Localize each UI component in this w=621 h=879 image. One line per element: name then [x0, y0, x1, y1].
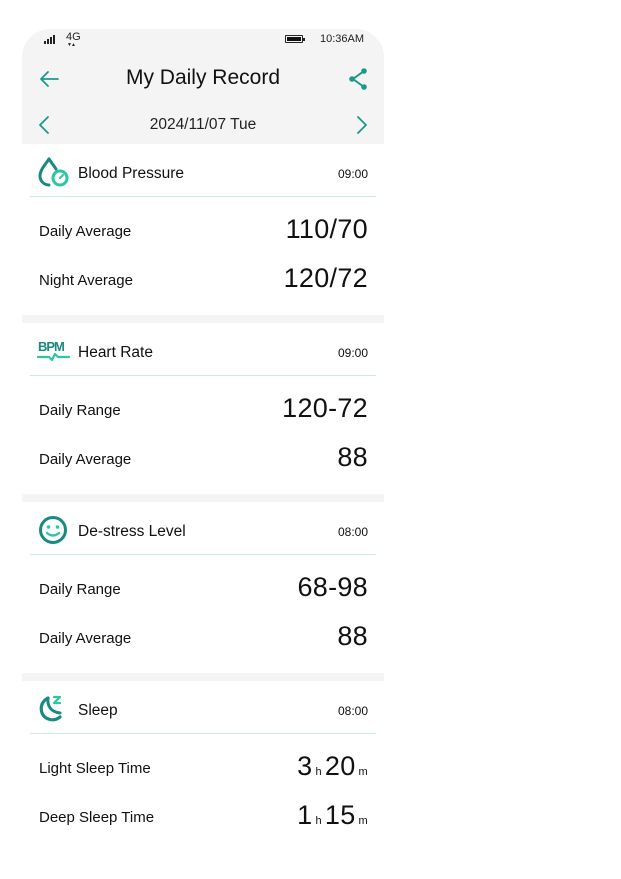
metric-row: Light Sleep Time 3 h 20 m — [22, 743, 384, 792]
card-title: Sleep — [78, 702, 118, 719]
section-divider — [22, 494, 384, 502]
minutes-value: 15 — [324, 800, 356, 830]
metric-value: 88 — [337, 621, 368, 651]
metric-label: Deep Sleep Time — [39, 809, 155, 826]
metric-label: Light Sleep Time — [39, 760, 151, 777]
hours-value: 1 — [297, 800, 313, 830]
card-time: 08:00 — [337, 704, 368, 718]
current-date: 2024/11/07 Tue — [149, 116, 257, 133]
minutes-unit: m — [358, 815, 368, 827]
date-navigator: 2024/11/07 Tue — [22, 109, 384, 144]
network-indicator: 4G ▼▲ — [66, 31, 81, 48]
duration-value: 1 h 15 m — [297, 800, 368, 831]
blood-pressure-card[interactable]: Blood Pressure 09:00 Daily Average 110/7… — [22, 144, 384, 315]
blood-pressure-icon — [38, 157, 69, 187]
card-time: 08:00 — [337, 525, 368, 539]
chevron-right-icon — [357, 116, 367, 134]
metric-row: Night Average 120/72 — [22, 255, 384, 304]
metric-row: Daily Range 120-72 — [22, 385, 384, 434]
metric-label: Daily Range — [39, 402, 121, 419]
hours-value: 3 — [297, 751, 313, 781]
page-title: My Daily Record — [125, 66, 281, 89]
smiley-icon — [39, 516, 67, 544]
metric-row: Daily Average 88 — [22, 434, 384, 483]
sleep-moon-icon — [39, 695, 62, 722]
svg-text:BPM: BPM — [38, 339, 64, 354]
title-bar: My Daily Record — [22, 51, 384, 109]
minutes-value: 20 — [324, 751, 356, 781]
metric-label: Daily Average — [39, 223, 132, 240]
share-button[interactable] — [348, 67, 368, 91]
metric-value: 88 — [337, 442, 368, 472]
metric-label: Daily Average — [39, 630, 132, 647]
metric-value: 120/72 — [283, 263, 368, 293]
bpm-heart-rate-icon: BPM — [37, 339, 71, 362]
section-divider — [22, 315, 384, 323]
card-header: De-stress Level 08:00 — [30, 502, 376, 555]
destress-level-card[interactable]: De-stress Level 08:00 Daily Range 68-98 … — [22, 502, 384, 673]
hours-unit: h — [315, 815, 322, 827]
top-bar: 4G ▼▲ 10:36AM My Daily Record 2024/11/07… — [22, 29, 384, 144]
metric-value: 110/70 — [285, 214, 368, 244]
next-day-button[interactable] — [355, 115, 369, 135]
metric-label: Night Average — [39, 272, 133, 289]
data-arrows-icon: ▼▲ — [67, 42, 76, 48]
battery-icon — [285, 35, 305, 43]
card-title: Blood Pressure — [78, 165, 184, 182]
card-time: 09:00 — [337, 346, 368, 360]
phone-screen: 4G ▼▲ 10:36AM My Daily Record 2024/11/07… — [22, 29, 384, 859]
section-divider — [22, 673, 384, 681]
card-header: Blood Pressure 09:00 — [30, 144, 376, 197]
card-title: Heart Rate — [78, 344, 153, 361]
status-bar: 4G ▼▲ 10:36AM — [22, 29, 384, 51]
share-icon — [349, 68, 367, 90]
hours-unit: h — [315, 766, 322, 778]
duration-value: 3 h 20 m — [297, 751, 368, 782]
metric-row: Daily Average 88 — [22, 613, 384, 662]
metric-row: Deep Sleep Time 1 h 15 m — [22, 792, 384, 841]
card-time: 09:00 — [337, 167, 368, 181]
metric-row: Daily Average 110/70 — [22, 206, 384, 255]
metric-row: Daily Range 68-98 — [22, 564, 384, 613]
signal-icon — [44, 35, 55, 44]
metric-label: Daily Range — [39, 581, 121, 598]
minutes-unit: m — [358, 766, 368, 778]
card-header: BPM Heart Rate 09:00 — [30, 323, 376, 376]
metric-value: 120-72 — [282, 393, 368, 423]
metric-value: 68-98 — [297, 572, 368, 602]
status-time: 10:36AM — [319, 33, 364, 45]
card-header: Sleep 08:00 — [30, 681, 376, 734]
metric-label: Daily Average — [39, 451, 132, 468]
heart-rate-card[interactable]: BPM Heart Rate 09:00 Daily Range 120-72 … — [22, 323, 384, 494]
sleep-card[interactable]: Sleep 08:00 Light Sleep Time 3 h 20 m Deep … — [22, 681, 384, 852]
card-title: De-stress Level — [78, 523, 186, 540]
